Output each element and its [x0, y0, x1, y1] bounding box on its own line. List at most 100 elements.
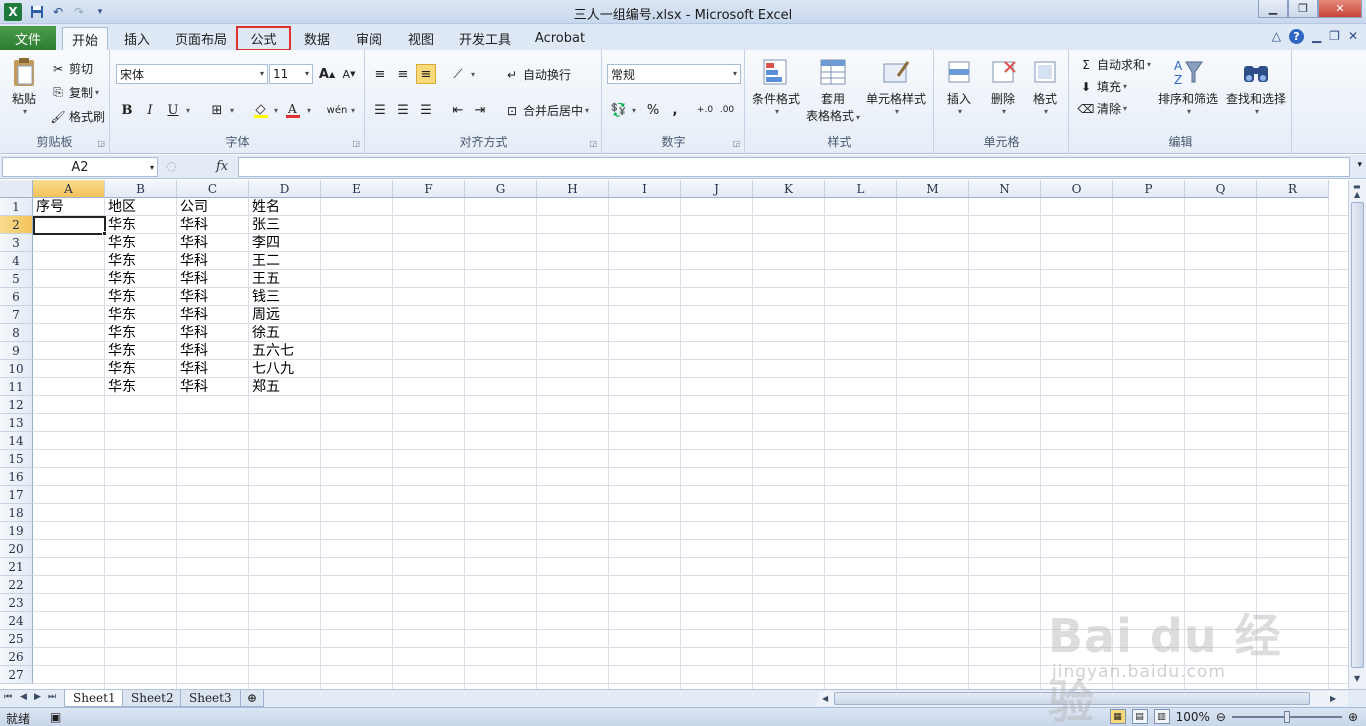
- row-header-3[interactable]: 3: [0, 234, 33, 252]
- cell-c3[interactable]: 华科: [177, 234, 249, 252]
- cell-c5[interactable]: 华科: [177, 270, 249, 288]
- cell-a3[interactable]: [33, 234, 105, 252]
- expand-formula-bar-icon[interactable]: ▾: [1357, 160, 1362, 170]
- decrease-indent-button[interactable]: ⇤: [448, 100, 468, 120]
- column-header-d[interactable]: D: [249, 180, 321, 198]
- column-header-p[interactable]: P: [1113, 180, 1185, 198]
- column-header-m[interactable]: M: [897, 180, 969, 198]
- insert-cells-button[interactable]: 插入 ▾: [943, 56, 975, 116]
- scroll-right-icon[interactable]: ▶: [1330, 694, 1336, 703]
- format-painter-button[interactable]: 🖌 格式刷: [50, 108, 105, 125]
- table-format-dropdown-icon[interactable]: ▾: [856, 113, 860, 122]
- format-cells-dropdown-icon[interactable]: ▾: [1044, 107, 1048, 116]
- row-header-24[interactable]: 24: [0, 612, 33, 630]
- fill-color-dropdown-icon[interactable]: ▾: [274, 106, 278, 115]
- doc-restore-icon[interactable]: ❐: [1329, 29, 1340, 44]
- italic-button[interactable]: I: [140, 100, 160, 120]
- row-header-25[interactable]: 25: [0, 630, 33, 648]
- cell-a8[interactable]: [33, 324, 105, 342]
- cell-a7[interactable]: [33, 306, 105, 324]
- macro-record-icon[interactable]: ▣: [50, 710, 61, 724]
- row-header-10[interactable]: 10: [0, 360, 33, 378]
- help-icon[interactable]: ?: [1288, 29, 1304, 44]
- row-header-17[interactable]: 17: [0, 486, 33, 504]
- cell-d8[interactable]: 徐五: [249, 324, 321, 342]
- next-sheet-icon[interactable]: ▶: [34, 692, 41, 702]
- row-header-20[interactable]: 20: [0, 540, 33, 558]
- column-header-a[interactable]: A: [33, 180, 105, 198]
- tab-file[interactable]: 文件: [0, 26, 56, 50]
- minimize-icon[interactable]: ▁: [1258, 0, 1288, 18]
- cell-d2[interactable]: 张三: [249, 216, 321, 234]
- cell-b11[interactable]: 华东: [105, 378, 177, 396]
- doc-close-icon[interactable]: ✕: [1348, 29, 1358, 44]
- number-launcher-icon[interactable]: ◲: [732, 139, 740, 148]
- conditional-format-button[interactable]: 条件格式 ▾: [752, 56, 800, 116]
- row-header-21[interactable]: 21: [0, 558, 33, 576]
- sheet-tab-2[interactable]: Sheet2: [122, 690, 183, 707]
- align-center-button[interactable]: ☰: [393, 100, 413, 120]
- row-header-26[interactable]: 26: [0, 648, 33, 666]
- vertical-scrollbar[interactable]: ▬ ▲ ▼: [1348, 180, 1366, 689]
- first-sheet-icon[interactable]: ⏮: [4, 692, 12, 702]
- row-header-6[interactable]: 6: [0, 288, 33, 306]
- cell-b1[interactable]: 地区: [105, 198, 177, 216]
- cell-c11[interactable]: 华科: [177, 378, 249, 396]
- delete-cells-dropdown-icon[interactable]: ▾: [1002, 107, 1006, 116]
- fill-handle[interactable]: [102, 231, 107, 236]
- font-name-select[interactable]: 宋体 ▾: [116, 64, 268, 84]
- cell-a4[interactable]: [33, 252, 105, 270]
- cell-c9[interactable]: 华科: [177, 342, 249, 360]
- zoom-in-icon[interactable]: ⊕: [1348, 710, 1358, 724]
- cell-d5[interactable]: 王五: [249, 270, 321, 288]
- scroll-down-icon[interactable]: ▼: [1354, 674, 1360, 683]
- cell-c2[interactable]: 华科: [177, 216, 249, 234]
- border-dropdown-icon[interactable]: ▾: [230, 106, 234, 115]
- paste-button[interactable]: 粘贴 ▾: [8, 56, 40, 116]
- cell-c7[interactable]: 华科: [177, 306, 249, 324]
- prev-sheet-icon[interactable]: ◀: [20, 692, 27, 702]
- cell-c4[interactable]: 华科: [177, 252, 249, 270]
- vertical-scroll-thumb[interactable]: [1351, 202, 1364, 668]
- cell-c8[interactable]: 华科: [177, 324, 249, 342]
- increase-decimal-button[interactable]: +.0: [695, 100, 715, 120]
- bold-button[interactable]: B: [117, 100, 137, 120]
- merge-center-button[interactable]: ⊡ 合并后居中 ▾: [504, 102, 589, 119]
- currency-button[interactable]: 💱: [609, 100, 629, 120]
- cell-b2[interactable]: 华东: [105, 216, 177, 234]
- cell-b7[interactable]: 华东: [105, 306, 177, 324]
- active-cell[interactable]: [33, 216, 106, 235]
- row-header-11[interactable]: 11: [0, 378, 33, 396]
- cell-d9[interactable]: 五六七: [249, 342, 321, 360]
- grow-font-button[interactable]: A ▲: [317, 64, 337, 84]
- tab-data[interactable]: 数据: [298, 27, 336, 50]
- find-select-button[interactable]: 查找和选择 ▾: [1226, 56, 1286, 116]
- formula-bar-grip-icon[interactable]: ◌: [166, 159, 176, 173]
- tab-insert[interactable]: 插入: [116, 27, 158, 50]
- insert-cells-dropdown-icon[interactable]: ▾: [958, 107, 962, 116]
- comma-button[interactable]: ,: [665, 100, 685, 120]
- cell-b3[interactable]: 华东: [105, 234, 177, 252]
- autosum-button[interactable]: Σ 自动求和 ▾: [1078, 56, 1151, 73]
- cell-a11[interactable]: [33, 378, 105, 396]
- cell-b5[interactable]: 华东: [105, 270, 177, 288]
- format-as-table-button[interactable]: 套用 表格格式 ▾: [806, 56, 860, 124]
- row-header-7[interactable]: 7: [0, 306, 33, 324]
- row-header-13[interactable]: 13: [0, 414, 33, 432]
- column-header-k[interactable]: K: [753, 180, 825, 198]
- clipboard-launcher-icon[interactable]: ◲: [97, 139, 105, 148]
- doc-minimize-icon[interactable]: ▁: [1312, 29, 1321, 44]
- insert-function-icon[interactable]: fx: [216, 159, 228, 174]
- cell-styles-dropdown-icon[interactable]: ▾: [895, 107, 899, 116]
- align-right-button[interactable]: ☰: [416, 100, 436, 120]
- cell-d3[interactable]: 李四: [249, 234, 321, 252]
- font-size-select[interactable]: 11 ▾: [269, 64, 313, 84]
- row-header-9[interactable]: 9: [0, 342, 33, 360]
- cell-b4[interactable]: 华东: [105, 252, 177, 270]
- cell-b6[interactable]: 华东: [105, 288, 177, 306]
- cell-styles-button[interactable]: 单元格样式 ▾: [866, 56, 926, 116]
- column-header-n[interactable]: N: [969, 180, 1041, 198]
- row-header-8[interactable]: 8: [0, 324, 33, 342]
- tab-home[interactable]: 开始: [62, 27, 108, 50]
- phonetic-button[interactable]: wén: [327, 100, 348, 120]
